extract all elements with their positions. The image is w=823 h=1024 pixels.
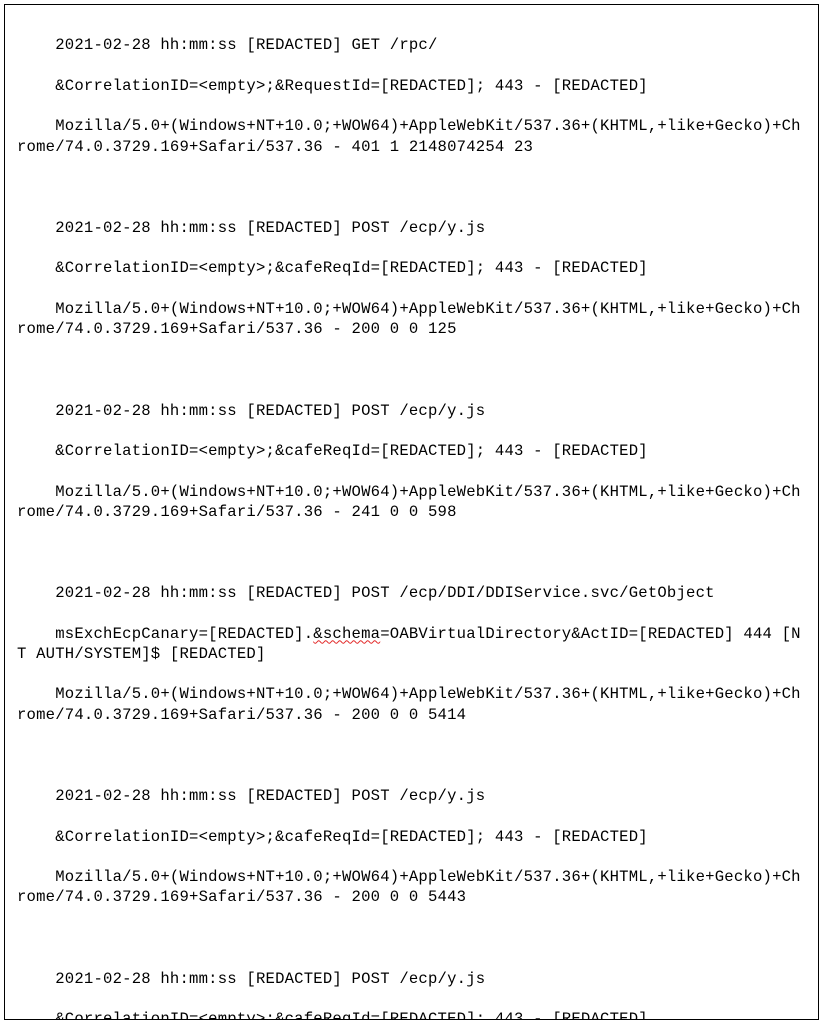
log-line: Mozilla/5.0+(Windows+NT+10.0;+WOW64)+App… bbox=[17, 117, 801, 155]
log-line: 2021-02-28 hh:mm:ss [REDACTED] POST /ecp… bbox=[55, 219, 485, 237]
log-entry: 2021-02-28 hh:mm:ss [REDACTED] POST /ecp… bbox=[17, 380, 806, 542]
log-entry: 2021-02-28 hh:mm:ss [REDACTED] POST /ecp… bbox=[17, 563, 806, 745]
log-container: 2021-02-28 hh:mm:ss [REDACTED] GET /rpc/… bbox=[4, 4, 819, 1020]
log-line: &CorrelationID=<empty>;&cafeReqId=[REDAC… bbox=[55, 828, 648, 846]
log-line: &CorrelationID=<empty>;&RequestId=[REDAC… bbox=[55, 77, 648, 95]
log-line: Mozilla/5.0+(Windows+NT+10.0;+WOW64)+App… bbox=[17, 483, 801, 521]
log-line: 2021-02-28 hh:mm:ss [REDACTED] GET /rpc/ bbox=[55, 36, 437, 54]
log-line: &CorrelationID=<empty>;&cafeReqId=[REDAC… bbox=[55, 259, 648, 277]
log-line: 2021-02-28 hh:mm:ss [REDACTED] POST /ecp… bbox=[55, 584, 715, 602]
log-line: Mozilla/5.0+(Windows+NT+10.0;+WOW64)+App… bbox=[17, 868, 801, 906]
log-entry: 2021-02-28 hh:mm:ss [REDACTED] POST /ecp… bbox=[17, 198, 806, 360]
log-line: 2021-02-28 hh:mm:ss [REDACTED] POST /ecp… bbox=[55, 970, 485, 988]
log-line: Mozilla/5.0+(Windows+NT+10.0;+WOW64)+App… bbox=[17, 685, 801, 723]
log-entry: 2021-02-28 hh:mm:ss [REDACTED] POST /ecp… bbox=[17, 766, 806, 928]
log-entry: 2021-02-28 hh:mm:ss [REDACTED] POST /ecp… bbox=[17, 948, 806, 1020]
log-line: Mozilla/5.0+(Windows+NT+10.0;+WOW64)+App… bbox=[17, 300, 801, 338]
log-line: &CorrelationID=<empty>;&cafeReqId=[REDAC… bbox=[55, 1010, 648, 1020]
log-entry: 2021-02-28 hh:mm:ss [REDACTED] GET /rpc/… bbox=[17, 15, 806, 177]
log-line: 2021-02-28 hh:mm:ss [REDACTED] POST /ecp… bbox=[55, 787, 485, 805]
log-line: 2021-02-28 hh:mm:ss [REDACTED] POST /ecp… bbox=[55, 402, 485, 420]
log-line: &CorrelationID=<empty>;&cafeReqId=[REDAC… bbox=[55, 442, 648, 460]
log-line-pre: msExchEcpCanary=[REDACTED]. bbox=[55, 625, 313, 643]
schema-highlight: &schema bbox=[313, 625, 380, 643]
